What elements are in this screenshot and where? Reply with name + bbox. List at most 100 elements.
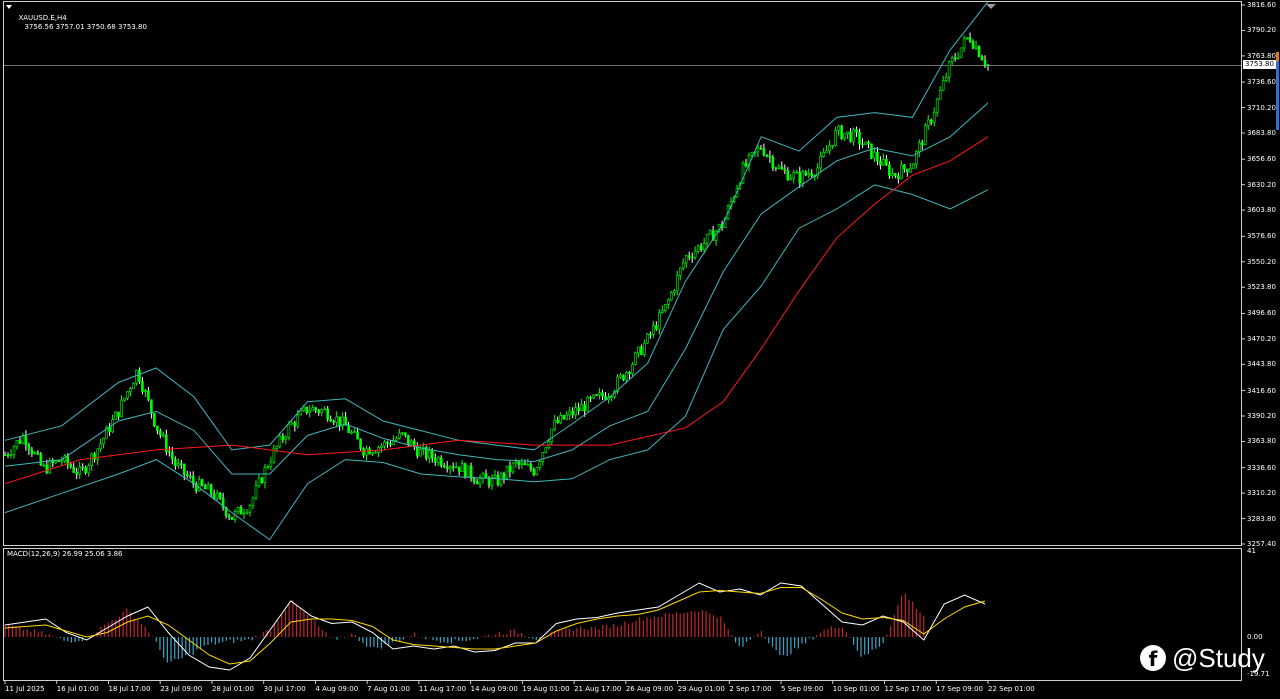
macd-histogram-bar — [716, 617, 718, 637]
candle-bull — [661, 310, 664, 313]
macd-histogram-bar — [351, 633, 353, 637]
candle-bull — [371, 452, 374, 455]
macd-histogram-bar — [111, 620, 113, 637]
macd-histogram-bar — [56, 637, 58, 638]
time-axis-label: 26 Aug 09:00 — [625, 685, 674, 693]
candle-bull — [852, 129, 855, 142]
macd-histogram-bar — [163, 637, 165, 658]
candle-bull — [789, 177, 793, 181]
macd-histogram-bar — [199, 637, 202, 650]
macd-histogram-bar — [557, 629, 560, 637]
candle-bear — [903, 164, 906, 170]
candle-bull — [672, 290, 676, 293]
candle-bull — [825, 150, 828, 153]
macd-histogram-bar — [137, 619, 139, 637]
candle-bear — [389, 443, 392, 445]
candle-bull — [610, 396, 613, 399]
macd-histogram-bar — [306, 615, 309, 637]
watermark-text: @Study — [1172, 642, 1265, 673]
macd-histogram-bar — [587, 629, 589, 637]
macd-histogram-bar — [568, 628, 571, 637]
macd-histogram-bar — [472, 637, 475, 640]
macd-histogram-bar — [318, 626, 320, 637]
symbol-menu-icon[interactable] — [6, 5, 12, 9]
macd-histogram-bar — [532, 637, 534, 639]
macd-histogram-bar — [255, 635, 257, 637]
candle-bear — [780, 166, 784, 170]
candle-bear — [30, 449, 34, 455]
macd-histogram-bar — [410, 635, 412, 637]
price-axis-label: 3496.60 — [1247, 309, 1276, 318]
candle-bull — [900, 164, 903, 180]
candle-bull — [99, 443, 102, 450]
candle-bull — [311, 407, 315, 412]
bollinger-lower-band — [4, 184, 989, 541]
macd-histogram-bar — [583, 629, 585, 637]
candle-bear — [230, 516, 234, 520]
candle-bear — [439, 457, 443, 466]
candle-bear — [404, 432, 407, 436]
candle-bull — [254, 485, 258, 499]
candle-bull — [245, 511, 249, 514]
macd-histogram-bar — [565, 628, 567, 637]
time-axis-label: 17 Sep 09:00 — [936, 685, 983, 693]
candle-bear — [968, 37, 972, 42]
macd-histogram-bar — [469, 637, 471, 641]
macd-histogram-bar — [889, 625, 892, 637]
candle-bull — [912, 163, 915, 169]
candle-bear — [362, 448, 365, 456]
time-axis-label: 14 Aug 09:00 — [470, 685, 518, 693]
candle-bull — [944, 76, 948, 81]
macd-histogram-bar — [225, 637, 227, 641]
macd-label: MACD(12,26,9) 26.99 25.06 3.86 — [7, 550, 123, 558]
candle-bear — [75, 472, 79, 475]
candle-bull — [299, 410, 303, 416]
candle-bear — [24, 435, 28, 446]
macd-histogram-bar — [871, 637, 873, 650]
candle-bull — [974, 45, 978, 49]
macd-histogram-bar — [775, 637, 777, 651]
macd-histogram-bar — [377, 637, 379, 648]
candle-bull — [511, 462, 515, 473]
candle-bull — [756, 147, 760, 153]
candle-bear — [203, 485, 207, 490]
candle-bear — [894, 173, 897, 177]
candle-bear — [867, 141, 870, 145]
candle-bull — [284, 437, 288, 440]
candle-bear — [622, 374, 625, 381]
macd-histogram-bar — [867, 637, 870, 655]
macd-histogram-bar — [358, 637, 360, 641]
candle-bear — [27, 444, 31, 450]
candle-bear — [18, 440, 22, 444]
candle-bull — [419, 449, 422, 457]
candle-bear — [174, 458, 177, 466]
candle-bear — [804, 171, 808, 176]
candle-bear — [768, 155, 772, 158]
candle-bear — [314, 407, 318, 411]
candle-bull — [702, 243, 706, 250]
macd-histogram-bar — [642, 620, 644, 637]
macd-histogram-bar — [402, 637, 405, 640]
macd-histogram-bar — [177, 637, 180, 660]
candle-bear — [744, 162, 748, 167]
macd-histogram-bar — [480, 636, 482, 637]
candle-bull — [947, 61, 951, 78]
macd-histogram-bar — [151, 636, 154, 637]
candle-bear — [840, 125, 843, 140]
candle-bear — [81, 466, 84, 469]
macd-histogram-bar — [561, 630, 563, 637]
candle-bear — [182, 463, 186, 475]
candle-bull — [935, 98, 939, 113]
candle-bull — [634, 352, 637, 365]
candle-bull — [932, 112, 936, 123]
macd-histogram-bar — [222, 637, 224, 642]
candle-bull — [705, 233, 709, 244]
candle-bull — [822, 152, 825, 157]
macd-histogram-bar — [159, 637, 161, 650]
candle-bear — [810, 173, 814, 177]
candle-bear — [457, 466, 461, 472]
macd-histogram-bar — [251, 637, 253, 641]
macd-histogram-bar — [325, 632, 327, 637]
candle-bear — [771, 156, 775, 169]
macd-histogram-bar — [668, 613, 670, 637]
